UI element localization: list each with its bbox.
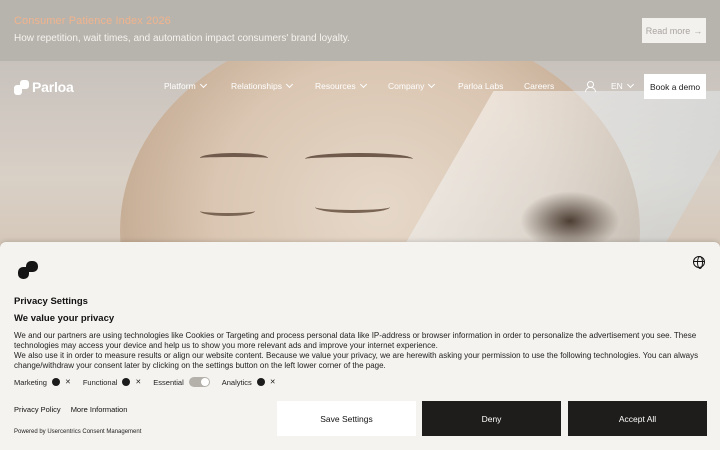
- nav-item-label: Resources: [315, 81, 356, 91]
- globe-icon[interactable]: [693, 256, 705, 269]
- chevron-down-icon: [359, 80, 367, 89]
- toggle-knob: [256, 378, 265, 386]
- toggle-essential: Essential: [153, 377, 210, 387]
- toggle-analytics[interactable]: Analytics ✕: [222, 378, 276, 387]
- nav-item-label: Company: [388, 81, 425, 91]
- language-selector[interactable]: EN: [611, 80, 634, 91]
- toggle-label: Analytics: [221, 377, 252, 387]
- nav-item-parloa-labs[interactable]: Parloa Labs: [458, 81, 503, 91]
- chevron-down-icon: [199, 80, 207, 89]
- deny-button[interactable]: Deny: [422, 401, 561, 436]
- announcement-bar: Consumer Patience Index 2026 How repetit…: [0, 0, 720, 61]
- close-icon: ✕: [135, 379, 142, 386]
- parloa-logo[interactable]: Parloa: [14, 79, 74, 95]
- user-icon[interactable]: [585, 81, 596, 92]
- language-label: EN: [611, 81, 623, 91]
- privacy-policy-link[interactable]: Privacy Policy: [14, 405, 61, 414]
- parloa-logo-icon: [14, 79, 29, 95]
- chevron-down-icon: [626, 80, 634, 89]
- announcement-text: How repetition, wait times, and automati…: [14, 33, 350, 44]
- toggle-knob: [122, 378, 131, 386]
- toggle-label: Marketing: [14, 377, 47, 387]
- toggle-label: Functional: [82, 377, 118, 387]
- consent-toggles: Marketing ✕ Functional ✕ Essential Analy…: [14, 377, 276, 387]
- hero-brow-right: [305, 153, 413, 165]
- consent-title: Privacy Settings: [14, 296, 88, 307]
- nav-item-company[interactable]: Company: [388, 80, 436, 91]
- toggle-switch-on: [188, 377, 210, 387]
- nav-item-label: Platform: [164, 81, 196, 91]
- nav-item-label: Parloa Labs: [458, 81, 504, 91]
- close-icon: ✕: [269, 379, 276, 386]
- nav-item-label: Careers: [524, 81, 555, 91]
- hero-eye-left: [200, 206, 255, 216]
- consent-body-paragraph: We and our partners are using technologi…: [14, 331, 697, 350]
- toggle-marketing[interactable]: Marketing ✕: [14, 378, 71, 387]
- main-nav: Parloa Platform Relationships Resources …: [0, 61, 720, 113]
- toggle-functional[interactable]: Functional ✕: [83, 378, 141, 387]
- toggle-knob: [51, 378, 60, 386]
- arrow-right-icon: →: [693, 25, 703, 36]
- toggle-label: Essential: [153, 377, 184, 387]
- consent-body-paragraph-2: We also use it in order to measure resul…: [14, 351, 699, 370]
- nav-item-label: Relationships: [231, 81, 283, 91]
- hero-eye-right: [315, 201, 390, 213]
- nav-item-platform[interactable]: Platform: [164, 80, 207, 91]
- consent-body: We and our partners are using technologi…: [14, 331, 704, 371]
- nav-item-careers[interactable]: Careers: [524, 81, 554, 91]
- accept-all-button[interactable]: Accept All: [568, 401, 707, 436]
- logo-text: Parloa: [32, 79, 74, 95]
- nav-item-relationships[interactable]: Relationships: [231, 80, 294, 91]
- consent-banner: Privacy Settings We value your privacy W…: [0, 242, 720, 450]
- announcement-title[interactable]: Consumer Patience Index 2026: [14, 15, 171, 27]
- consent-subtitle: We value your privacy: [14, 313, 115, 324]
- close-icon: ✕: [64, 379, 71, 386]
- save-settings-button[interactable]: Save Settings: [277, 401, 416, 436]
- read-more-button[interactable]: Read more →: [642, 18, 706, 43]
- read-more-label: Read more: [645, 25, 691, 36]
- more-information-link[interactable]: More Information: [71, 405, 128, 414]
- hero-brow-left: [200, 153, 268, 163]
- powered-by-text[interactable]: Powered by Usercentrics Consent Manageme…: [14, 429, 141, 435]
- consent-links: Privacy Policy More Information: [14, 405, 127, 414]
- usercentrics-logo-icon: [18, 261, 38, 279]
- chevron-down-icon: [428, 80, 436, 89]
- book-demo-button[interactable]: Book a demo: [644, 74, 706, 99]
- nav-item-resources[interactable]: Resources: [315, 80, 367, 91]
- chevron-down-icon: [285, 80, 294, 89]
